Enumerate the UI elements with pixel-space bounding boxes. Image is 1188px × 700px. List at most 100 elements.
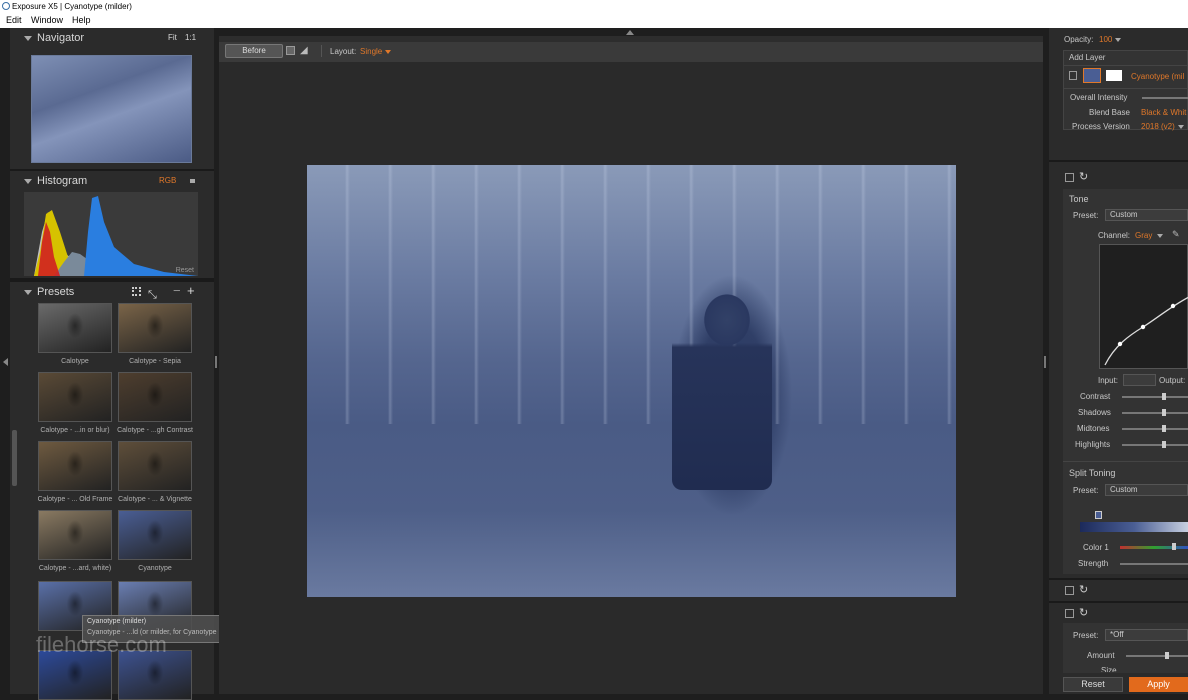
before-button[interactable]: Before (225, 44, 283, 58)
amount-slider-knob[interactable] (1165, 652, 1169, 659)
preset-label: Cyanotype (138, 565, 172, 572)
collapse-left-panel-icon[interactable] (3, 358, 8, 366)
reset-cycle-icon[interactable]: ↻ (1079, 583, 1088, 596)
histogram-header[interactable]: Histogram RGB (10, 171, 214, 191)
layer-mask-thumbnail[interactable] (1106, 70, 1122, 81)
shadows-slider[interactable] (1122, 412, 1188, 414)
preset-label: Calotype - ...ard, white) (38, 565, 112, 572)
reset-cycle-icon[interactable]: ↻ (1079, 170, 1088, 183)
opacity-value[interactable]: 100 (1099, 35, 1112, 44)
highlights-slider-knob[interactable] (1162, 441, 1166, 448)
shadows-slider-knob[interactable] (1162, 409, 1166, 416)
bottom-preset-select[interactable]: *Off (1105, 629, 1188, 641)
compare-split-icon[interactable]: ◢ (300, 45, 308, 56)
preset-thumbnail[interactable] (38, 372, 112, 422)
remove-preset-icon[interactable]: − (173, 281, 181, 301)
bottom-preset-label: Preset: (1073, 631, 1099, 640)
midtones-slider-knob[interactable] (1162, 425, 1166, 432)
curve-point[interactable] (1170, 303, 1176, 309)
preset-label: Calotype (61, 358, 89, 365)
panel-toggle-icon[interactable] (1065, 609, 1074, 618)
preset-thumbnail[interactable] (118, 510, 192, 560)
chevron-down-icon[interactable] (1178, 125, 1184, 129)
process-version-label: Process Version (1072, 122, 1130, 131)
panel-toggle-icon[interactable] (1065, 586, 1074, 595)
chevron-down-icon[interactable] (1115, 38, 1121, 42)
main-photo[interactable] (307, 165, 956, 597)
preset-label: Calotype - Sepia (129, 358, 181, 365)
grid-view-icon[interactable] (132, 287, 141, 296)
section-divider (1063, 461, 1188, 462)
presets-header[interactable]: Presets ⤡ − + (10, 282, 214, 302)
contrast-slider-knob[interactable] (1162, 393, 1166, 400)
preset-thumbnail[interactable] (38, 303, 112, 353)
navigator-header[interactable]: Navigator Fit 1:1 (10, 28, 214, 48)
split-toning-handle[interactable] (1095, 511, 1102, 519)
preset-thumbnail[interactable] (38, 510, 112, 560)
tone-preset-select[interactable]: Custom (1105, 209, 1188, 221)
compare-square-icon[interactable] (286, 46, 295, 55)
preset-thumbnail[interactable] (38, 441, 112, 491)
midtones-slider[interactable] (1122, 428, 1188, 430)
add-preset-icon[interactable]: + (187, 281, 195, 301)
layout-select[interactable]: Single (360, 47, 382, 56)
menu-bar: Edit Window Help (0, 13, 1188, 28)
preset-label: Calotype - ... Old Frame (37, 496, 113, 503)
blend-base-select[interactable]: Black & Whit (1141, 108, 1186, 117)
amount-slider[interactable] (1126, 655, 1188, 657)
strength-slider[interactable] (1120, 563, 1188, 565)
layer-name[interactable]: Cyanotype (mil (1131, 72, 1184, 81)
layer-visibility-icon[interactable] (1069, 71, 1077, 80)
overall-intensity-slider[interactable] (1142, 97, 1188, 99)
menu-window[interactable]: Window (31, 13, 63, 28)
apply-button[interactable]: Apply (1129, 677, 1188, 692)
histogram-menu-icon[interactable] (190, 179, 195, 183)
tone-curve-editor[interactable] (1099, 244, 1188, 369)
histogram-reset-button[interactable]: Reset (176, 267, 194, 274)
navigator-thumbnail[interactable] (31, 55, 192, 163)
panel-toggle-icon[interactable] (1065, 173, 1074, 182)
collapse-triangle-icon[interactable] (24, 179, 32, 184)
add-layer-button[interactable]: Add Layer (1069, 53, 1105, 62)
one-to-one-button[interactable]: 1:1 (185, 28, 196, 48)
reset-cycle-icon[interactable]: ↻ (1079, 606, 1088, 619)
layout-label: Layout: (330, 47, 357, 56)
color1-slider[interactable] (1120, 546, 1188, 549)
split-toning-gradient[interactable] (1080, 522, 1188, 532)
contrast-slider[interactable] (1122, 396, 1188, 398)
split-preset-select[interactable]: Custom (1105, 484, 1188, 496)
curve-input-field[interactable] (1123, 374, 1156, 386)
layer-thumbnail[interactable] (1083, 68, 1101, 83)
contrast-label: Contrast (1080, 392, 1111, 401)
chevron-down-icon[interactable] (1157, 234, 1163, 238)
collapse-triangle-icon[interactable] (24, 36, 32, 41)
fit-button[interactable]: Fit (168, 28, 177, 48)
preset-thumbnail[interactable] (118, 372, 192, 422)
chevron-down-icon[interactable] (385, 50, 391, 54)
left-resize-handle[interactable] (215, 356, 217, 368)
app-icon (2, 2, 10, 10)
menu-edit[interactable]: Edit (6, 13, 22, 28)
reset-button[interactable]: Reset (1063, 677, 1123, 692)
menu-help[interactable]: Help (72, 13, 91, 28)
presets-scrollbar[interactable] (12, 430, 17, 486)
highlights-slider[interactable] (1122, 444, 1188, 446)
collapse-triangle-icon[interactable] (24, 290, 32, 295)
histogram-channel-select[interactable]: RGB (159, 171, 176, 191)
preset-thumbnail[interactable] (118, 303, 192, 353)
color1-slider-knob[interactable] (1172, 543, 1176, 550)
midtones-label: Midtones (1077, 424, 1110, 433)
channel-select[interactable]: Gray (1135, 231, 1152, 240)
collapse-top-icon[interactable] (626, 30, 634, 35)
collapse-all-icon[interactable]: ⤡ (148, 285, 157, 305)
window-titlebar: Exposure X5 | Cyanotype (milder) (0, 0, 1188, 13)
process-version-select[interactable]: 2018 (v2) (1141, 122, 1175, 131)
curve-point[interactable] (1117, 341, 1123, 347)
color1-label: Color 1 (1083, 543, 1109, 552)
right-resize-handle[interactable] (1044, 356, 1046, 368)
curve-point[interactable] (1140, 324, 1146, 330)
tooltip-title: Cyanotype (milder) (87, 618, 147, 625)
photo-subject (672, 280, 772, 490)
preset-thumbnail[interactable] (118, 441, 192, 491)
eyedropper-icon[interactable]: ✎ (1172, 229, 1180, 240)
